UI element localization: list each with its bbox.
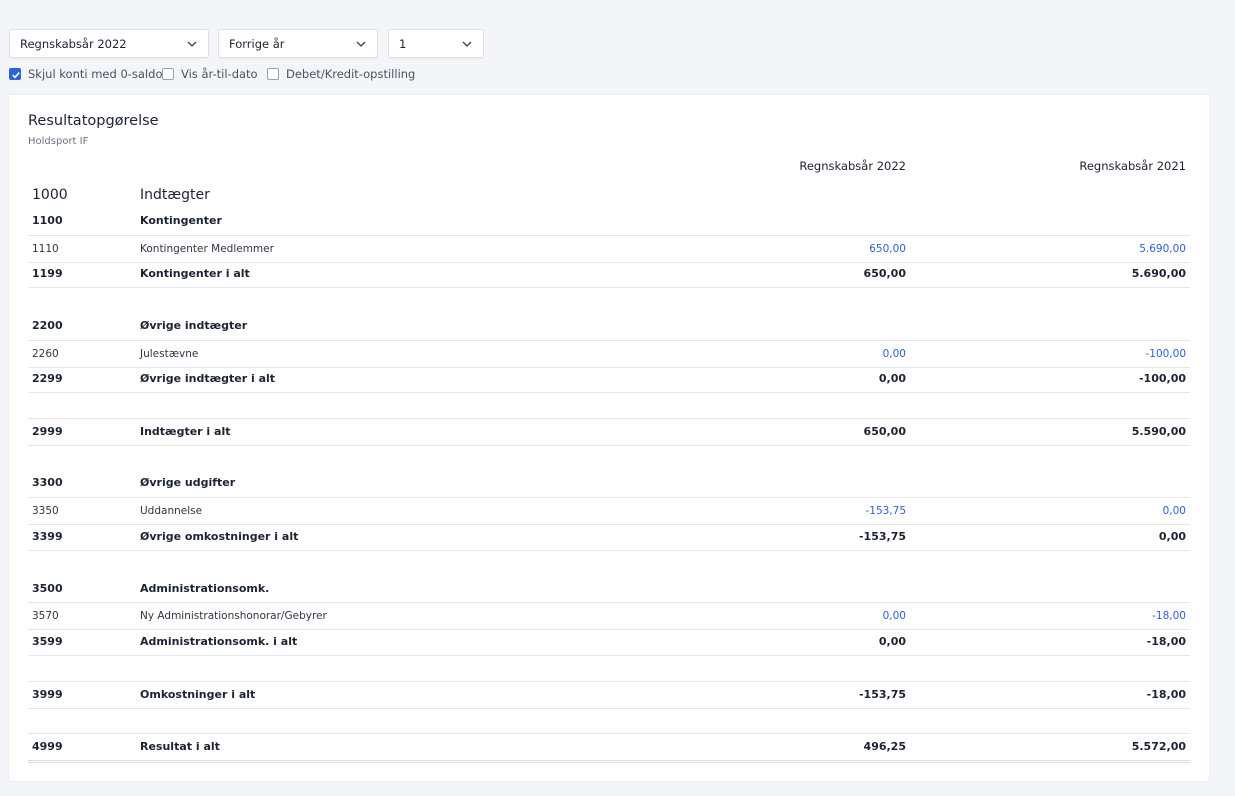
account-name: Kontingenter Medlemmer (140, 243, 274, 255)
account-name: Indtægter (140, 187, 210, 203)
account-number: 3300 (32, 476, 63, 489)
value-current-year[interactable]: 650,00 (869, 236, 906, 262)
debit-credit-checkbox[interactable]: Debet/Kredit-opstilling (267, 67, 415, 81)
account-number: 4999 (32, 740, 63, 753)
checkbox-label: Skjul konti med 0-saldo (28, 67, 163, 81)
value-current-year[interactable]: 0,00 (883, 603, 906, 629)
report-row-total: 2299 Øvrige indtægter i alt 0,00 -100,00 (28, 366, 1190, 393)
value-current-year: 0,00 (878, 372, 906, 385)
report-row-total: 2999 Indtægter i alt 650,00 5.590,00 (28, 418, 1190, 446)
report-row-total: 3999 Omkostninger i alt -153,75 -18,00 (28, 681, 1190, 709)
report-row-total: 3399 Øvrige omkostninger i alt -153,75 0,00 (28, 524, 1190, 551)
level-select-value: 1 (399, 36, 407, 51)
account-name: Øvrige indtægter i alt (140, 372, 276, 385)
account-number: 2999 (32, 425, 63, 438)
account-number: 1100 (32, 214, 63, 227)
checkbox-unchecked-icon[interactable] (162, 68, 174, 80)
account-name: Kontingenter i alt (140, 267, 250, 280)
value-current-year: 0,00 (878, 635, 906, 648)
chevron-down-icon (461, 38, 473, 50)
report-row-head2: 3300 Øvrige udgifter (28, 470, 1190, 496)
report-row-head2: 2200 Øvrige indtægter (28, 313, 1190, 339)
account-number: 1199 (32, 267, 63, 280)
account-number: 3599 (32, 635, 63, 648)
value-previous-year: -18,00 (1146, 635, 1186, 648)
checkbox-label: Vis år-til-dato (181, 67, 258, 81)
account-name: Indtægter i alt (140, 425, 231, 438)
value-previous-year[interactable]: 5.690,00 (1139, 236, 1186, 262)
report-row-total: 1199 Kontingenter i alt 650,00 5.690,00 (28, 261, 1190, 288)
account-number: 2200 (32, 319, 63, 332)
account-number: 3999 (32, 688, 63, 701)
account-name: Administrationsomk. i alt (140, 635, 298, 648)
account-name: Ny Administrationshonorar/Gebyrer (140, 610, 327, 622)
account-name: Resultat i alt (140, 740, 220, 753)
account-number: 3399 (32, 530, 63, 543)
value-current-year: -153,75 (858, 530, 906, 543)
chevron-down-icon (355, 38, 367, 50)
checkbox-checked-icon[interactable] (9, 68, 21, 80)
account-number: 1000 (32, 187, 68, 203)
report-row-head2: 3500 Administrationsomk. (28, 576, 1190, 602)
level-select[interactable]: 1 (388, 29, 484, 58)
report-row-head1: 1000 Indtægter (28, 182, 1190, 208)
value-previous-year: 5.590,00 (1131, 425, 1186, 438)
account-name: Administrationsomk. (140, 582, 270, 595)
report-subtitle: Holdsport IF (28, 136, 89, 147)
report-row-detail[interactable]: 3350 Uddannelse -153,75 0,00 (28, 497, 1190, 525)
value-previous-year: 5.690,00 (1131, 267, 1186, 280)
account-number: 1110 (32, 243, 59, 255)
report-row-head2: 1100 Kontingenter (28, 208, 1190, 234)
checkbox-unchecked-icon[interactable] (267, 68, 279, 80)
account-name: Øvrige udgifter (140, 476, 236, 489)
account-name: Øvrige indtægter (140, 319, 248, 332)
report-row-detail[interactable]: 1110 Kontingenter Medlemmer 650,00 5.690,00 (28, 235, 1190, 263)
period-select[interactable]: Regnskabsår 2022 (9, 29, 209, 58)
account-number: 3570 (32, 610, 59, 622)
value-current-year[interactable]: -153,75 (865, 498, 906, 524)
report-row-total: 3599 Administrationsomk. i alt 0,00 -18,00 (28, 629, 1190, 656)
value-current-year: 650,00 (863, 425, 906, 438)
compare-select[interactable]: Forrige år (218, 29, 378, 58)
value-current-year: 650,00 (863, 267, 906, 280)
report-row-total: 4999 Resultat i alt 496,25 5.572,00 (28, 733, 1190, 763)
account-number: 3350 (32, 505, 59, 517)
account-number: 2260 (32, 348, 59, 360)
hide-zero-balance-checkbox[interactable]: Skjul konti med 0-saldo (9, 67, 163, 81)
account-number: 3500 (32, 582, 63, 595)
report-row-detail[interactable]: 3570 Ny Administrationshonorar/Gebyrer 0,0… (28, 602, 1190, 630)
chevron-down-icon (186, 38, 198, 50)
account-number: 2299 (32, 372, 63, 385)
account-name: Omkostninger i alt (140, 688, 256, 701)
column-header-previous: Regnskabsår 2021 (1079, 159, 1186, 173)
value-previous-year: -18,00 (1146, 688, 1186, 701)
value-previous-year[interactable]: -18,00 (1152, 603, 1186, 629)
value-previous-year: -100,00 (1138, 372, 1186, 385)
value-current-year: -153,75 (858, 688, 906, 701)
value-previous-year: 5.572,00 (1131, 740, 1186, 753)
period-select-value: Regnskabsår 2022 (20, 36, 127, 51)
value-current-year[interactable]: 0,00 (883, 341, 906, 367)
report-card: Resultatopgørelse Holdsport IF Regnskabs… (9, 95, 1209, 781)
compare-select-value: Forrige år (229, 36, 285, 51)
account-name: Uddannelse (140, 505, 203, 517)
value-current-year: 496,25 (863, 740, 906, 753)
year-to-date-checkbox[interactable]: Vis år-til-dato (162, 67, 258, 81)
account-name: Julestævne (140, 348, 199, 360)
report-row-detail[interactable]: 2260 Julestævne 0,00 -100,00 (28, 340, 1190, 368)
account-name: Kontingenter (140, 214, 222, 227)
value-previous-year[interactable]: -100,00 (1145, 341, 1186, 367)
column-header-current: Regnskabsår 2022 (799, 159, 906, 173)
checkbox-label: Debet/Kredit-opstilling (286, 67, 416, 81)
report-title: Resultatopgørelse (28, 113, 159, 129)
value-previous-year[interactable]: 0,00 (1163, 498, 1186, 524)
value-previous-year: 0,00 (1158, 530, 1186, 543)
account-name: Øvrige omkostninger i alt (140, 530, 299, 543)
